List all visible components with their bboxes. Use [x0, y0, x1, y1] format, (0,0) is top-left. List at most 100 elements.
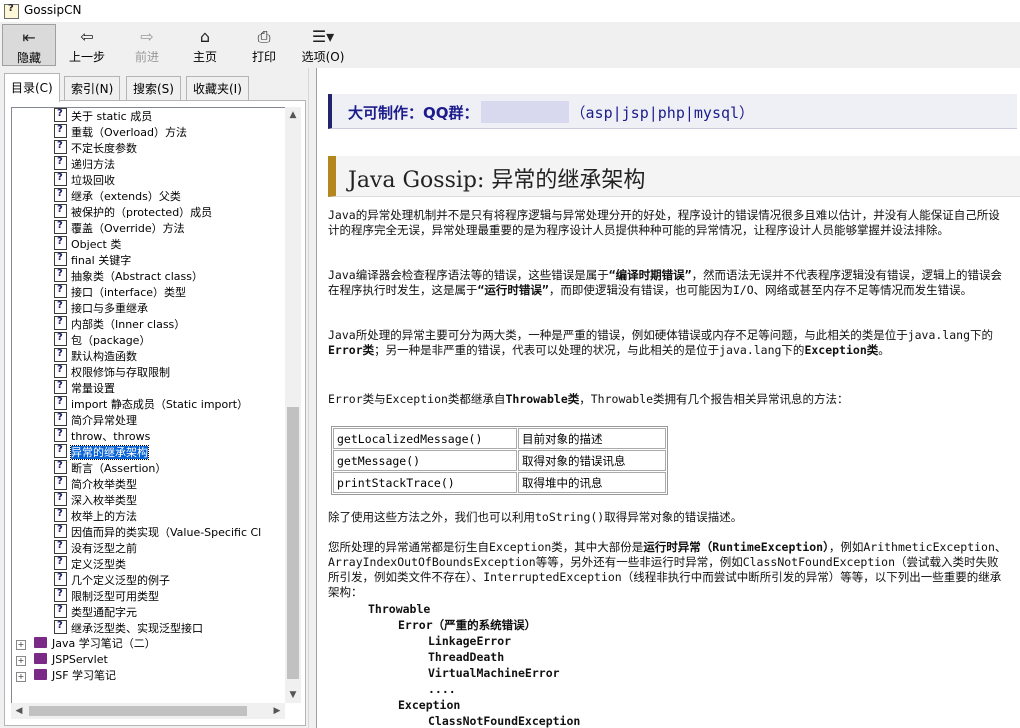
tree-book[interactable]: + JSF 学习笔记 [16, 668, 116, 684]
tree-horizontal-scrollbar[interactable]: ◀ ▶ [11, 703, 285, 719]
scroll-right-arrow-icon[interactable]: ▶ [269, 703, 285, 719]
tree-item-label: 类型通配字元 [71, 606, 137, 619]
help-page-icon [54, 186, 67, 202]
tree-item-label: 递归方法 [71, 158, 115, 171]
tab-search[interactable]: 搜索(S) [126, 76, 181, 101]
help-page-icon [54, 490, 67, 506]
tree-book[interactable]: + JSPServlet [16, 652, 108, 668]
tab-favorites[interactable]: 收藏夹(I) [186, 76, 249, 101]
method-description: 取得对象的错误讯息 [518, 450, 666, 471]
table-row: printStackTrace() 取得堆中的讯息 [333, 472, 666, 493]
tree-item[interactable]: 默认构造函数 [54, 346, 137, 364]
tree-item[interactable]: 简介异常处理 [54, 410, 137, 428]
tree-vertical-scrollbar[interactable]: ▲ ▼ [285, 107, 301, 703]
hierarchy-line: VirtualMachineError [428, 666, 560, 680]
scroll-thumb[interactable] [287, 407, 299, 679]
tree-item[interactable]: 不定长度参数 [54, 138, 137, 156]
tree-item[interactable]: 被保护的（protected）成员 [54, 202, 212, 220]
tree-item-label: 不定长度参数 [71, 142, 137, 155]
tree-item[interactable]: 简介枚举类型 [54, 474, 137, 492]
tree-item[interactable]: 接口与多重继承 [54, 298, 148, 316]
back-button[interactable]: ⇦ 上一步 [60, 24, 114, 66]
tree-item[interactable]: 几个定义泛型的例子 [54, 570, 170, 588]
tree-item-label: 垃圾回收 [71, 174, 115, 187]
tree-item[interactable]: 包（package） [54, 330, 150, 348]
paragraph-4: Error类与Exception类都继承自Throwable类，Throwabl… [328, 392, 849, 406]
tree-item[interactable]: 常量设置 [54, 378, 115, 396]
tree-item-label: 异常的继承架构 [70, 445, 149, 460]
hide-button[interactable]: ⇤ 隐藏 [2, 24, 56, 66]
tree-item[interactable]: 继承（extends）父类 [54, 186, 181, 204]
tree-item[interactable]: 深入枚举类型 [54, 490, 137, 508]
scroll-left-arrow-icon[interactable]: ◀ [11, 703, 27, 719]
expand-plus-icon[interactable]: + [16, 656, 26, 666]
print-button[interactable]: ⎙ 打印 [237, 24, 291, 66]
paragraph-2: Java编译器会检查程序语法等的错误，这些错误是属于“编译时期错误”，然而语法无… [328, 268, 1003, 297]
hscroll-thumb[interactable] [29, 706, 247, 716]
forward-arrow-icon: ⇨ [140, 27, 154, 46]
tree-item[interactable]: 关于 static 成员 [54, 108, 152, 124]
hierarchy-line: LinkageError [428, 634, 512, 648]
tree-book-label: JSF 学习笔记 [52, 669, 117, 682]
tree-item-label: final 关键字 [71, 254, 132, 267]
tree-item[interactable]: 类型通配字元 [54, 602, 137, 620]
method-name: getLocalizedMessage() [333, 428, 517, 449]
tree-item-label: 覆盖（Override）方法 [71, 222, 185, 235]
scroll-up-arrow-icon[interactable]: ▲ [285, 107, 301, 123]
table-row: getMessage() 取得对象的错误讯息 [333, 450, 666, 471]
tree-item[interactable]: throw、throws [54, 426, 150, 444]
help-page-icon [54, 170, 67, 186]
tree-item[interactable]: 定义泛型类 [54, 554, 126, 572]
method-description: 取得堆中的讯息 [518, 472, 666, 493]
tab-index[interactable]: 索引(N) [64, 76, 121, 101]
tree-item-label: 权限修饰与存取限制 [71, 366, 170, 379]
tree-item[interactable]: 重载（Overload）方法 [54, 122, 187, 140]
paragraph-3: Java所处理的异常主要可分为两大类，一种是严重的错误，例如硬体错误或内存不足等… [328, 328, 994, 357]
printer-icon: ⎙ [257, 27, 271, 46]
hierarchy-line: Error（严重的系统错误） [398, 618, 537, 632]
tree-item[interactable]: import 静态成员（Static import） [54, 394, 249, 412]
options-button[interactable]: ☰▾ 选项(O) [296, 24, 350, 66]
expand-plus-icon[interactable]: + [16, 640, 26, 650]
tree-item-label: 抽象类（Abstract class） [71, 270, 203, 283]
help-page-icon [54, 362, 67, 378]
hierarchy-line: .... [428, 682, 456, 696]
help-page-icon [54, 522, 67, 538]
tree-item-label: 简介异常处理 [71, 414, 137, 427]
tree-item-label: import 静态成员（Static import） [71, 398, 249, 411]
forward-button[interactable]: ⇨ 前进 [120, 24, 174, 66]
tree-item[interactable]: 内部类（Inner class） [54, 314, 185, 332]
expand-plus-icon[interactable]: + [16, 672, 26, 682]
help-page-icon [54, 314, 67, 330]
tab-contents[interactable]: 目录(C) [4, 73, 60, 102]
tree-book-label: Java 学习笔记（二） [52, 637, 156, 650]
tree-item-label: 深入枚举类型 [71, 494, 137, 507]
tree-item[interactable]: 权限修饰与存取限制 [54, 362, 170, 380]
tree-item[interactable]: 因值而异的类实现（Value-Specific Cl [54, 522, 261, 540]
scroll-down-arrow-icon[interactable]: ▼ [285, 687, 301, 703]
tree-item[interactable]: 覆盖（Override）方法 [54, 218, 185, 236]
tree-item[interactable]: 继承泛型类、实现泛型接口 [54, 618, 203, 636]
tree-book[interactable]: + Java 学习笔记（二） [16, 636, 156, 652]
tree-item[interactable]: 没有泛型之前 [54, 538, 137, 556]
banner-prefix: 大可制作：QQ群： [348, 104, 479, 122]
help-page-icon [54, 586, 67, 602]
method-name: getMessage() [333, 450, 517, 471]
tree-item[interactable]: final 关键字 [54, 250, 132, 268]
hierarchy-line: Throwable [368, 602, 431, 616]
contents-tree: 关于 static 成员重载（Overload）方法不定长度参数递归方法垃圾回收… [11, 107, 286, 704]
help-page-icon [54, 442, 67, 458]
tree-item[interactable]: 枚举上的方法 [54, 506, 137, 524]
tree-item-label: 重载（Overload）方法 [71, 126, 187, 139]
tree-item[interactable]: 限制泛型可用类型 [54, 586, 159, 604]
tree-item[interactable]: 接口（interface）类型 [54, 282, 186, 300]
tree-item[interactable]: 抽象类（Abstract class） [54, 266, 203, 284]
tree-item[interactable]: 异常的继承架构 [54, 442, 149, 460]
tree-item[interactable]: 递归方法 [54, 154, 115, 172]
tree-item[interactable]: 垃圾回收 [54, 170, 115, 188]
home-button[interactable]: ⌂ 主页 [178, 24, 232, 66]
tree-item[interactable]: 断言（Assertion） [54, 458, 166, 476]
page-title: Java Gossip: 异常的继承架构 [348, 168, 646, 193]
help-page-icon [54, 570, 67, 586]
tree-item[interactable]: Object 类 [54, 234, 121, 252]
